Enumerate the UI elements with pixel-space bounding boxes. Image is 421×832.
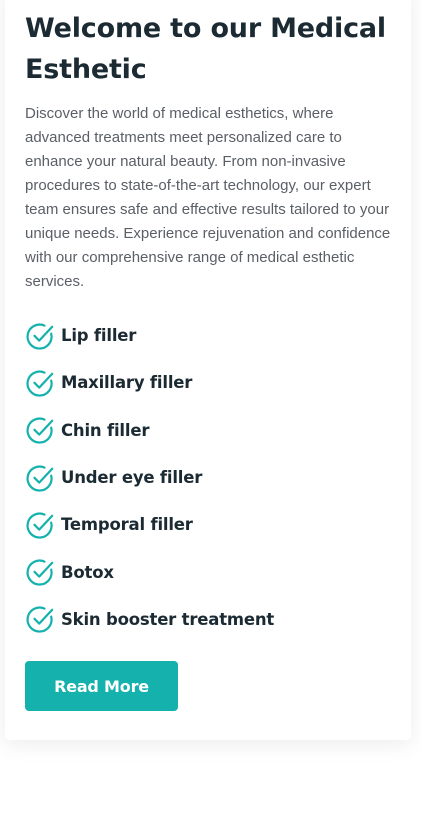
feature-label: Skin booster treatment (61, 609, 275, 629)
check-circle-icon (25, 368, 55, 398)
feature-label: Temporal filler (61, 515, 193, 535)
list-item: Botox (25, 548, 274, 595)
check-circle-icon (25, 510, 55, 540)
feature-label: Maxillary filler (61, 373, 193, 393)
list-item: Chin filler (25, 407, 274, 454)
feature-label: Under eye filler (61, 468, 203, 488)
list-item: Lip filler (25, 312, 274, 359)
check-circle-icon (25, 557, 55, 587)
feature-label: Botox (61, 562, 114, 582)
list-item: Under eye filler (25, 454, 274, 501)
feature-list: Lip filler Maxillary filler Chin filler … (25, 312, 274, 643)
list-item: Skin booster treatment (25, 596, 274, 643)
feature-label: Lip filler (61, 326, 137, 346)
list-item: Temporal filler (25, 501, 274, 548)
check-circle-icon (25, 321, 55, 351)
intro-paragraph: Discover the world of medical esthetics,… (25, 105, 391, 290)
read-more-button[interactable]: Read More (25, 661, 178, 711)
check-circle-icon (25, 604, 55, 634)
feature-label: Chin filler (61, 420, 150, 440)
check-circle-icon (25, 463, 55, 493)
page-title: Welcome to our Medical Esthetic (25, 13, 386, 85)
check-circle-icon (25, 415, 55, 445)
list-item: Maxillary filler (25, 359, 274, 406)
